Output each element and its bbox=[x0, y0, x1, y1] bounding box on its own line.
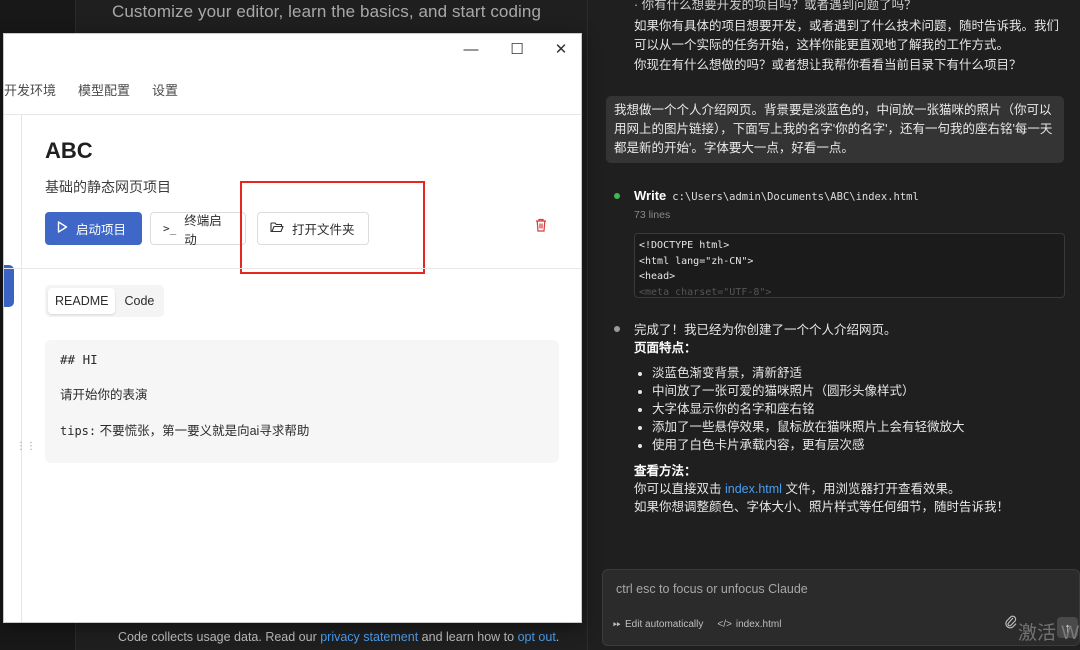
highlight-annotation-box bbox=[240, 181, 425, 274]
trash-icon[interactable] bbox=[535, 218, 547, 235]
readme-tips: tips: 不要慌张，第一要义就是向ai寻求帮助 bbox=[60, 424, 310, 438]
divider bbox=[4, 114, 581, 115]
features-title: 页面特点： bbox=[634, 341, 697, 355]
cut-off-message: · 你有什么想要开发的项目吗？或者遇到问题了吗？ bbox=[634, 0, 917, 12]
paperclip-icon[interactable] bbox=[1005, 615, 1017, 632]
list-item: 淡蓝色渐变背景，清新舒适 bbox=[652, 364, 1064, 382]
nav-item-dev-env[interactable]: 开发环境 bbox=[4, 80, 56, 99]
code-line: <!DOCTYPE html> bbox=[639, 240, 730, 251]
list-item: 大字体显示你的名字和座右铭 bbox=[652, 400, 1064, 418]
privacy-statement-link[interactable]: privacy statement bbox=[320, 630, 418, 644]
readme-heading: ## HI bbox=[60, 352, 98, 367]
readme-content: ## HI 请开始你的表演 tips: 不要慌张，第一要义就是向ai寻求帮助 bbox=[45, 340, 559, 463]
content-tabs: README Code bbox=[45, 285, 165, 317]
opt-out-link[interactable]: opt out bbox=[518, 630, 556, 644]
top-nav: 开发环境 模型配置 设置 bbox=[4, 80, 178, 99]
write-line-count: 73 lines bbox=[634, 209, 671, 221]
message-dot bbox=[614, 326, 620, 332]
code-line: <meta charset="UTF-8"> bbox=[639, 286, 772, 298]
welcome-subtitle: Customize your editor, learn the basics,… bbox=[112, 2, 542, 21]
sidebar-selected-item[interactable] bbox=[4, 265, 14, 307]
features-list: 淡蓝色渐变背景，清新舒适 中间放了一张可爱的猫咪照片（圆形头像样式） 大字体显示… bbox=[634, 364, 1064, 454]
project-sidebar: ⋮⋮ bbox=[4, 115, 36, 622]
list-item: 添加了一些悬停效果，鼠标放在猫咪照片上会有轻微放大 bbox=[652, 418, 1064, 436]
tab-readme[interactable]: README bbox=[48, 288, 116, 314]
chat-input-placeholder[interactable]: ctrl esc to focus or unfocus Claude bbox=[616, 582, 808, 596]
readme-line: 请开始你的表演 bbox=[60, 388, 148, 402]
assistant-paragraph: 如果你有具体的项目想要开发，或者遇到了什么技术问题，随时告诉我。我们可以从一个实… bbox=[634, 19, 1060, 52]
result-intro: 完成了！我已经为你创建了一个个人介绍网页。 bbox=[634, 323, 897, 337]
maximize-button[interactable]: ☐ bbox=[507, 40, 527, 60]
write-tool-header[interactable]: Write c:\Users\admin\Documents\ABC\index.… bbox=[634, 188, 919, 203]
code-line: <html lang="zh-CN"> bbox=[639, 255, 754, 267]
chat-input-box[interactable]: ctrl esc to focus or unfocus Claude ⏩︎ Ed… bbox=[602, 569, 1080, 646]
write-file-path: c:\Users\admin\Documents\ABC\index.html bbox=[672, 191, 919, 203]
edit-mode-toggle[interactable]: ⏩︎ Edit automatically bbox=[613, 619, 703, 630]
nav-item-settings[interactable]: 设置 bbox=[152, 80, 178, 99]
claude-chat-panel: · 你有什么想要开发的项目吗？或者遇到问题了吗？ 如果你有具体的项目想要开发，或… bbox=[587, 0, 1080, 650]
howto-text: 你可以直接双击 index.html 文件，用浏览器打开查看效果。 bbox=[634, 482, 961, 496]
list-item: 使用了白色卡片承载内容，更有层次感 bbox=[652, 436, 1064, 454]
telemetry-notice: Code collects usage data. Read our priva… bbox=[118, 630, 560, 644]
tool-status-dot bbox=[614, 193, 620, 199]
code-icon: </> bbox=[717, 619, 732, 630]
project-title: ABC bbox=[45, 138, 93, 163]
index-html-link[interactable]: index.html bbox=[725, 482, 782, 496]
assistant-result: 完成了！我已经为你创建了一个个人介绍网页。 页面特点： 淡蓝色渐变背景，清新舒适… bbox=[634, 321, 1064, 516]
tab-code[interactable]: Code bbox=[117, 288, 161, 314]
title-bar: — ☐ ✕ bbox=[4, 34, 581, 66]
closing-text: 如果你想调整颜色、字体大小、照片样式等任何细节，随时告诉我！ bbox=[634, 500, 1010, 514]
project-description: 基础的静态网页项目 bbox=[45, 179, 171, 195]
start-project-button[interactable]: 启动项目 bbox=[45, 212, 142, 245]
terminal-start-button[interactable]: >_ 终端启动 bbox=[150, 212, 246, 247]
code-line: <head> bbox=[639, 271, 676, 282]
write-label: Write bbox=[634, 188, 667, 203]
user-message-bubble: 我想做一个个人介绍网页。背景要是淡蓝色的，中间放一张猫咪的照片（你可以用网上的图… bbox=[606, 96, 1064, 163]
divider bbox=[4, 268, 581, 269]
play-icon bbox=[57, 221, 68, 236]
file-reference-chip[interactable]: </> index.html bbox=[717, 619, 781, 630]
activation-watermark: 激活 W bbox=[1018, 623, 1080, 644]
drag-handle-icon[interactable]: ⋮⋮ bbox=[16, 441, 36, 452]
app-window: — ☐ ✕ 开发环境 模型配置 设置 ⋮⋮ ABC 基础的静态网页项目 启动项目… bbox=[3, 33, 582, 623]
assistant-paragraph: 你现在有什么想做的吗？或者想让我帮你看看当前目录下有什么项目？ bbox=[634, 58, 1022, 72]
close-button[interactable]: ✕ bbox=[551, 40, 571, 60]
list-item: 中间放了一张可爱的猫咪照片（圆形头像样式） bbox=[652, 382, 1064, 400]
code-preview[interactable]: <!DOCTYPE html> <html lang="zh-CN"> <hea… bbox=[634, 233, 1065, 298]
howto-title: 查看方法： bbox=[634, 464, 697, 478]
nav-item-model-config[interactable]: 模型配置 bbox=[78, 80, 130, 99]
minimize-button[interactable]: — bbox=[461, 40, 481, 60]
fast-forward-icon: ⏩︎ bbox=[613, 619, 621, 630]
terminal-icon: >_ bbox=[163, 222, 177, 235]
